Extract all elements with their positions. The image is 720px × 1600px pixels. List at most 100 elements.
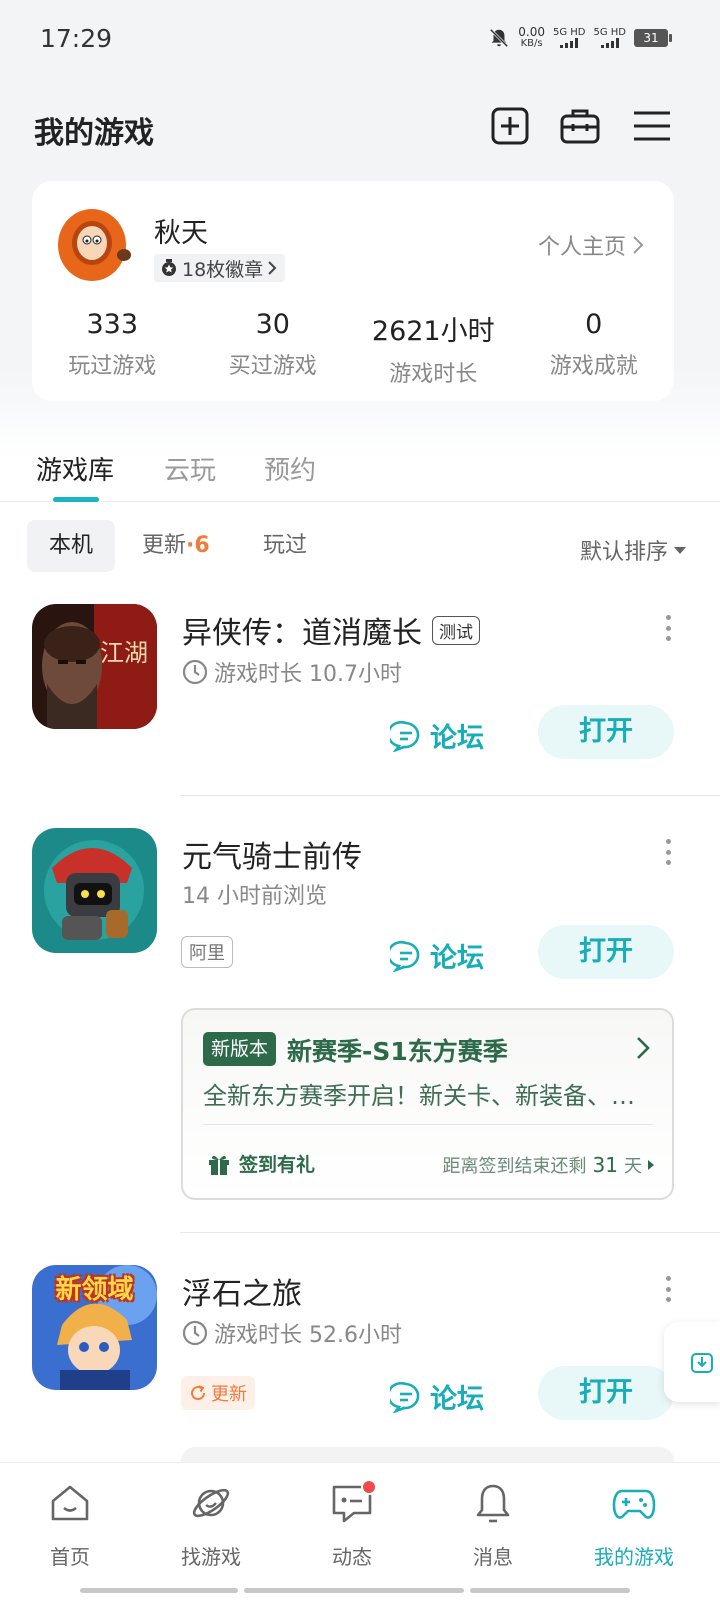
planet-icon [192,1488,230,1518]
forum-icon [390,940,420,972]
more-options-icon[interactable] [664,839,672,865]
sort-label: 默认排序 [579,540,668,565]
status-bar: 17:29 0.00 KB/s 5G HD 5G HD 31 [0,0,720,80]
signin-label: 签到有礼 [239,1154,316,1176]
filter-bar: 本机 更新·6 玩过 默认排序 [0,520,720,574]
filter-update[interactable]: 更新·6 [142,520,210,572]
game-icon-lettering: 新领域 [55,1275,134,1305]
forum-button[interactable]: 论坛 [390,1377,484,1416]
gift-icon [209,1155,229,1175]
stat-label: 游戏成就 [549,354,638,379]
tab-reservations[interactable]: 预约 [264,450,316,487]
battery-icon: 31 [634,29,672,47]
divider [203,1124,653,1125]
open-button[interactable]: 打开 [538,1366,674,1420]
net-speed-value: 0.00 [518,25,545,39]
tab-active-indicator [53,497,99,502]
signal-bars-icon [553,38,586,48]
game-icon[interactable]: 江湖 [32,604,157,729]
update-tag-label: 更新 [211,1384,247,1405]
forum-icon [390,720,420,752]
add-icon[interactable] [490,106,530,146]
filter-played[interactable]: 玩过 [263,520,307,572]
open-button[interactable]: 打开 [538,925,674,979]
nav-messages[interactable]: 消息 [443,1481,543,1570]
medal-icon [162,259,176,276]
tab-cloud-play[interactable]: 云玩 [164,450,216,487]
more-options-icon[interactable] [664,1276,672,1302]
stat-value: 0 [585,309,603,340]
game-title: 异侠传：道消魔长 测试 [182,608,480,652]
badge-chip[interactable]: 18枚徽章 [154,254,286,282]
game-last-viewed: 14 小时前浏览 [182,884,327,909]
download-icon [691,1353,713,1373]
sort-dropdown[interactable]: 默认排序 [580,534,686,566]
divider [180,795,720,796]
new-version-badge: 新版本 [203,1032,277,1066]
game-name-text: 异侠传：道消魔长 [182,616,422,651]
profile-card[interactable]: 秋天 18枚徽章 个人主页 333 玩过游戏 30 买过游戏 2621小时 游戏… [32,181,674,401]
nav-my-games[interactable]: 我的游戏 [584,1481,684,1570]
filter-local[interactable]: 本机 [27,520,116,572]
game-icon[interactable]: 新领域 [32,1265,157,1390]
stat-playtime[interactable]: 2621小时 游戏时长 [353,309,514,388]
stat-played[interactable]: 333 玩过游戏 [32,309,193,388]
game-title: 元气骑士前传 [182,840,362,875]
filter-update-label: 更新 [142,533,187,558]
nav-home[interactable]: 首页 [20,1481,120,1570]
toolbox-icon[interactable] [560,106,600,146]
home-indicator [80,1588,640,1593]
vendor-tag: 阿里 [181,936,233,968]
badge-count: 18枚徽章 [182,258,264,281]
profile-stats: 333 玩过游戏 30 买过游戏 2621小时 游戏时长 0 游戏成就 [32,309,674,388]
forum-button[interactable]: 论坛 [390,716,484,755]
stat-achievements[interactable]: 0 游戏成就 [514,309,675,388]
open-button[interactable]: 打开 [538,705,674,759]
news-card[interactable]: 新版本 新赛季-S1东方赛季 全新东方赛季开启！新关卡、新装备、新角色等你来体验… [181,1008,674,1200]
chevron-right-icon [268,261,277,275]
mute-icon [490,28,509,48]
floating-download-button[interactable] [664,1322,720,1402]
signal-sim2: 5G HD [593,28,626,48]
forum-button[interactable]: 论坛 [390,936,484,975]
library-tabs: 游戏库 云玩 预约 [0,440,720,502]
net-speed: 0.00 KB/s [518,26,545,50]
stat-label: 游戏时长 [389,362,478,387]
net-speed-unit: KB/s [520,38,543,49]
gamepad-icon [612,1489,656,1519]
divider [180,1232,720,1233]
nav-discover[interactable]: 找游戏 [161,1481,261,1570]
stat-label: 玩过游戏 [68,354,157,379]
game-icon[interactable] [32,828,157,953]
stat-value: 2621小时 [371,316,495,347]
menu-icon[interactable] [632,106,672,146]
stat-value: 30 [255,309,290,340]
nav-label: 首页 [50,1545,90,1569]
game-playtime: 游戏时长 52.6小时 [182,1317,402,1349]
home-icon [51,1485,89,1521]
update-available-tag[interactable]: 更新 [181,1376,255,1410]
tab-library[interactable]: 游戏库 [36,450,114,487]
remain-prefix: 距离签到结束还剩 [442,1156,587,1177]
signal-sim1: 5G HD [553,28,586,48]
remain-suffix: 天 [624,1156,642,1177]
news-title: 新赛季-S1东方赛季 [287,1037,508,1066]
filter-update-count: ·6 [186,533,210,558]
clock-icon [182,1320,208,1346]
stat-bought[interactable]: 30 买过游戏 [193,309,354,388]
chevron-right-icon [633,236,644,254]
nav-feed[interactable]: 动态 [302,1479,402,1570]
more-options-icon[interactable] [664,615,672,641]
nav-label: 动态 [332,1545,372,1569]
chevron-right-icon [637,1037,650,1059]
signin-reward-link[interactable]: 签到有礼 [207,1150,315,1177]
avatar[interactable] [54,203,134,283]
stat-label: 买过游戏 [228,354,317,379]
signin-remaining[interactable]: 距离签到结束还剩 31 天 [443,1152,654,1178]
test-badge: 测试 [432,616,480,645]
forum-icon [390,1381,420,1413]
game-icon-lettering: 江湖 [100,639,148,667]
profile-home-link[interactable]: 个人主页 [538,229,644,261]
nav-label: 我的游戏 [594,1545,674,1569]
page-title: 我的游戏 [34,116,154,151]
